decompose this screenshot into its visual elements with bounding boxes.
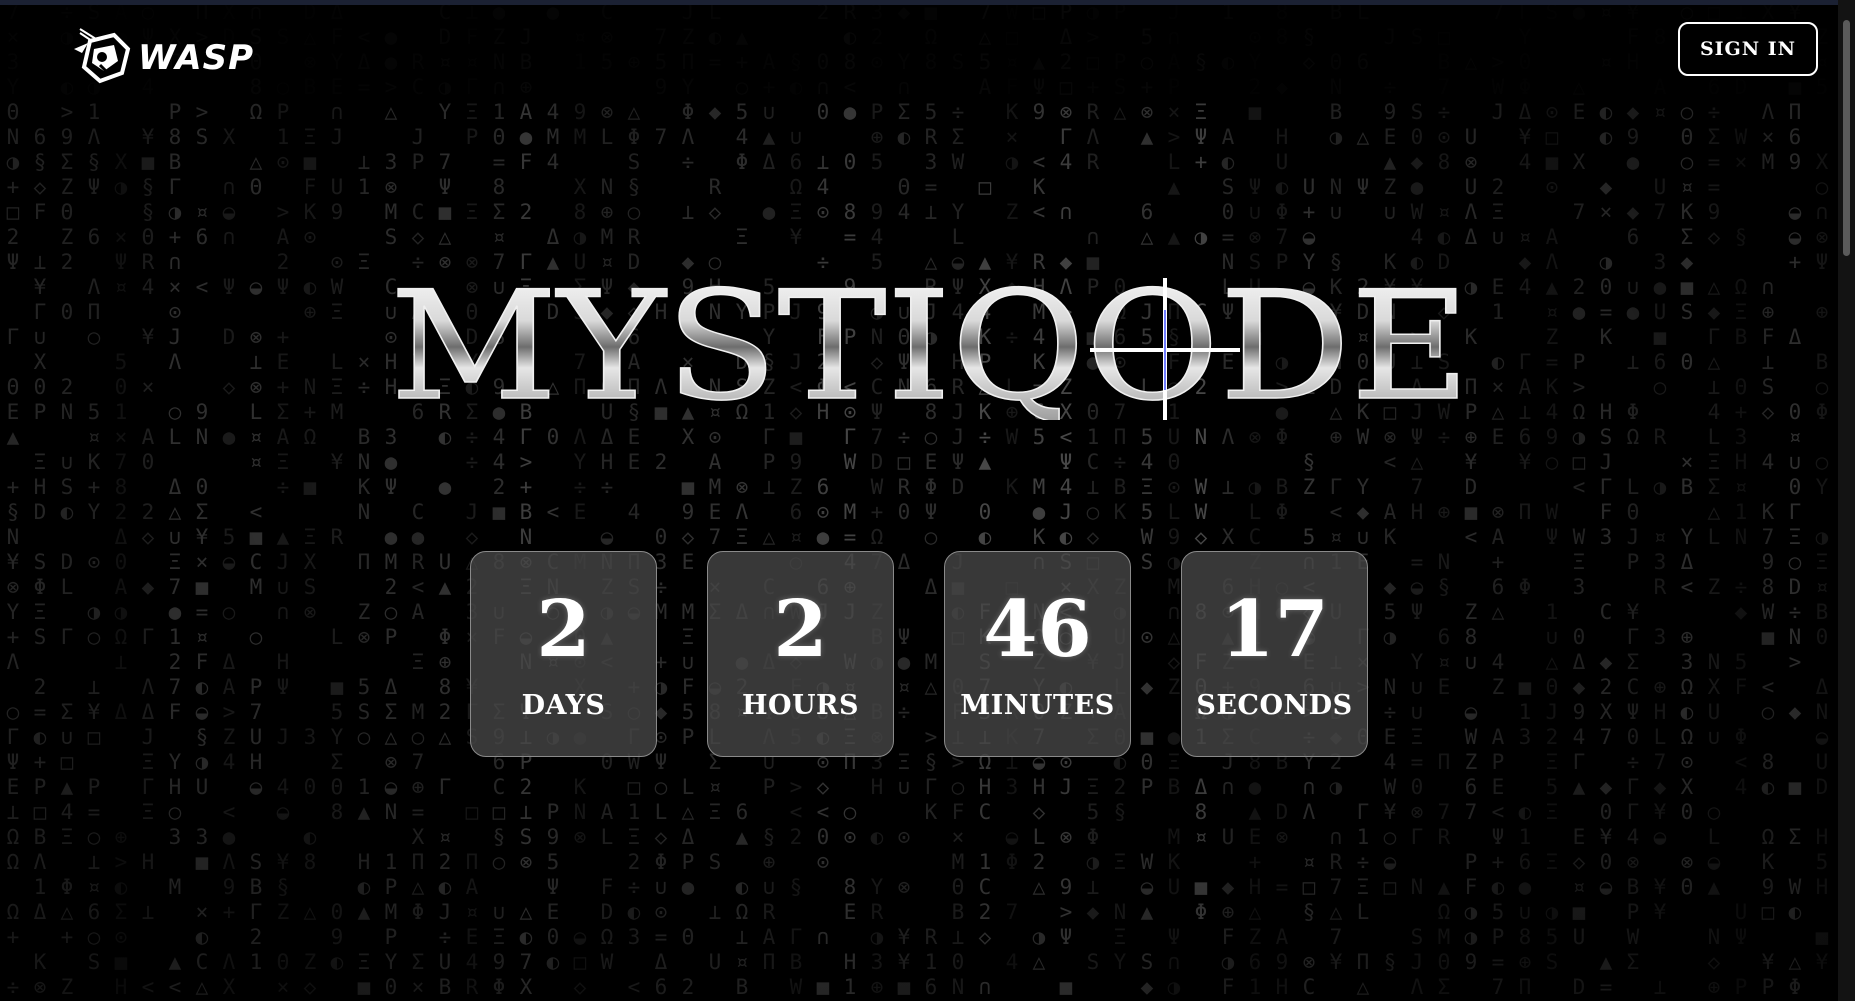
glyph-column: ⊕ △ Φ S § ○ R D ◆ ◇ 6 A Π § E E 4 Π S ◒ … <box>627 50 641 999</box>
glyph-column: L ◐ = ◆ R ◇ ○ H N N ¤ ⊙ A M E 7 × Σ ◒ 8 … <box>708 0 722 974</box>
glyph-column: C D ¤ ◑ Y 7 Ψ ■ △ ⊗ Ξ R ◐ ● U ▲ Φ ⊕ 8 2 … <box>438 0 452 999</box>
countdown-days: 2 DAYS <box>470 551 657 757</box>
window-top-strip <box>0 0 1855 5</box>
glyph-column: J ÷ 9 E ▲ Z ∪ K ¥ N U □ ⊗ < A K ◆ 5 ◑ N … <box>1383 25 1397 974</box>
glyph-column: J ∩ A P × > L ▲ ▲ Π § F ○ 1 U Θ ⊙ L 9 ◑ … <box>1167 0 1181 999</box>
glyph-column: § Ξ Ψ + ◑ C 6 2 N W W ◇ 8 F Θ Ω 1 Δ 8 ¤ … <box>1194 50 1208 924</box>
wasp-logo[interactable]: WASP <box>70 27 254 89</box>
glyph-column: R ◐ 8 < ● 0 8 = 9 P < ⊙ Γ W M = 4 ⊕ J W … <box>843 0 857 999</box>
days-value: 2 <box>536 584 591 675</box>
glyph-column: X 0 0 Λ × M ∩ ⊕ F ⊥ S ◇ 4 K 7 9 8 W ■ < … <box>1761 0 1775 999</box>
glyph-column: D △ ⊗ B Ξ ■ F K ⊙ ◐ ⊕ N + Ω ■ Ξ X S ⊗ 3 … <box>303 0 317 999</box>
glyph-column: ◑ > □ + R Λ R ∩ ■ P ■ ● Θ 1 C ⊥ ○ ◇ □ X … <box>1086 0 1100 974</box>
glyph-column: S ⊙ □ ■ ⊙ A Λ ▲ ¤ Z = K 4 9 ○ W Ψ 1 ∪ △ … <box>1545 0 1559 974</box>
glyph-column: B Θ N B ◑ N ∪ § K ¥ ⊗ N D △ ⊕ Γ < ¤ 1 U … <box>1329 0 1343 974</box>
glyph-rain-background: 7 × 3 Y Θ N ◑ + □ 2 Ψ Γ Θ E ▲ + § N ¥ ⊗ … <box>0 0 1838 1001</box>
glyph-column: ¤ 1 9 M X 8 ◑ U Σ J 7 Π Λ Y ÷ E M 0 ⊙ X … <box>573 25 587 999</box>
hours-value: 2 <box>773 584 828 675</box>
glyph-column: △ U ⊗ U Λ Δ ◑ K Π P ⊕ ¥ D ■ < Z 8 ∪ ◒ W … <box>1464 50 1478 974</box>
glyph-column: Γ Y 0 Φ Δ ¥ 4 ¤ ◆ 4 Γ A ⊥ 6 ¥ Π Φ ■ 1 3 … <box>1518 0 1532 999</box>
wasp-icon <box>70 27 134 89</box>
glyph-column: J B ⊕ A ● F 2 Γ Ξ R ■ 2 B Γ > + B N ⊗ Ξ … <box>519 25 533 999</box>
glyph-column: ● ● > △ 3 ⊗ M S C ∪ ⊙ H H 3 ● Ψ ● M 2 ○ … <box>384 25 398 999</box>
seconds-value: 17 <box>1220 584 1329 675</box>
glyph-column: 7 5 9 7 H Λ ■ 2 0 3 ÷ M + ◑ ◆ ⊙ Ψ ○ L ◇ … <box>654 25 668 999</box>
glyph-column: S ○ P 1 ⊙ > A 2 Ψ + E + Σ A Ξ ÷ ▲ J ∪ ∩ … <box>276 25 290 999</box>
glyph-column: P Δ 2 □ ⊗ Γ 4 ∩ ◆ Λ > 5 B Z X < Ψ 4 J ◐ … <box>1059 0 1073 999</box>
glyph-column: 3 2 ⊙ P ⊕ 5 9 4 5 ◑ N ◇ C Ψ 7 D W + Ω 7 … <box>870 0 884 999</box>
page-scrollbar[interactable] <box>1838 0 1855 1001</box>
glyph-column: P P S △ 0 Ω 6 ⊙ 7 Π ÷ B K Z ◑ U J L A Θ … <box>1113 0 1127 974</box>
glyph-column: ¥ F H ◆ 9 ● ◆ 6 ∪ ● ⊥ Φ Ω L Θ J P ¥ Γ Σ … <box>1626 0 1640 974</box>
glyph-column: □ B 7 ÷ ⊙ 8 ¤ ◐ D ◇ S W ÷ ⊕ N § 6 ¤ E Π … <box>1437 25 1451 999</box>
countdown-minutes: 46 MINUTES <box>944 551 1131 757</box>
glyph-column: 7 × 3 Y Θ N ◑ + □ 2 Ψ Γ Θ E ▲ + § N ¥ ⊗ … <box>6 0 20 999</box>
sign-in-button[interactable]: SIGN IN <box>1678 22 1818 76</box>
countdown-timer: 2 DAYS 2 HOURS 46 MINUTES 17 SECONDS <box>470 551 1368 757</box>
glyph-column: ○ Ψ 2 4 ¥ ■ § § Θ R 4 ¥ × A 0 2 ◇ ◆ Γ Λ … <box>141 0 155 999</box>
glyph-column: ● △ E X 7 2 ● P > Ω ◑ □ < W Ξ 3 0 Δ ◆ 9 … <box>1572 0 1586 999</box>
glyph-column: § ◇ U + ◒ Y ◒ ⊥ § Z 5 ∩ < ◇ ◒ E 6 > ÷ Y … <box>1302 25 1316 999</box>
countdown-seconds: 17 SECONDS <box>1181 551 1368 757</box>
glyph-column: 7 △ 5 A □ ▲ X 4 K P △ K ÷ ▲ 0 ◐ F K S 7 … <box>978 0 992 999</box>
top-navbar: WASP SIGN IN <box>0 5 1838 97</box>
glyph-column: R C J P C ◇ ÷ A 7 6 C ● R < A Ξ M ○ 7 ⊕ … <box>411 50 425 999</box>
glyph-column: W □ ¤ F K × ◑ Z ¥ ◆ ÷ L ⊕ W K □ ∩ R K ⊥ … <box>1005 0 1019 974</box>
glyph-column: S S 0 ◆ ● W 4 ◐ ¥ > ⊥ Δ J Ψ △ 7 H = ◒ Ψ … <box>1410 25 1424 999</box>
glyph-column: 6 § ◇ F ⊥ ¥ Γ ∪ X 0 P Ξ H D S Φ Ξ S 2 = … <box>33 125 47 999</box>
glyph-column: 1 ◐ A ◐ S 0 = N L Ψ E Λ ⊥ X 6 ⊙ ▲ Z + ◑ … <box>1221 0 1235 999</box>
scrollbar-thumb[interactable] <box>1843 20 1850 256</box>
title-text: MYSTIQODE <box>390 270 1470 420</box>
glyph-column: ● 4 M 4 Δ ▲ D △ 0 < C N ○ ¤ ◑ P 9 5 Ψ E … <box>546 0 560 974</box>
glyph-column: Δ F Y E ∩ J U 9 ⊙ W Ξ L Ξ M ¥ R L ■ 5 Y … <box>330 0 344 974</box>
glyph-column: S ÷ Σ W Y L ◒ Ψ 4 H R J J Ψ D J ■ ◐ □ 0 … <box>951 50 965 999</box>
glyph-column: □ ▲ Ψ 9 < K < R H M 4 K = 6 5 M ● K ∩ N … <box>1032 0 1046 974</box>
glyph-column: ∩ S Θ 8 Ω △ Θ ◒ ⊗ ⊥ ⊗ L ¤ ¤ < ■ C M ○ P … <box>249 0 263 974</box>
glyph-column: A + ∪ ▲ Δ ● 5 P Y § Z 1 Γ P ⊥ △ C ∩ Δ Ψ … <box>762 50 776 974</box>
hero-title: MYSTIQODE <box>380 259 1480 435</box>
glyph-column: ÷ ◑ ◐ > 9 Σ Z Θ Z 2 0 2 N ∪ S ◐ D L Γ Σ … <box>60 0 74 999</box>
glyph-column: ● Z N ∩ 1 Θ = 8 Σ ¤ 7 ∪ 8 9 ● 4 4 2 ■ 8 … <box>492 0 506 999</box>
glyph-column: C ⊗ 5 ⊗ L N ⊕ M ¤ Ψ ◆ ∪ C U Δ H ÷ ◒ N Z … <box>600 0 614 974</box>
glyph-column: 8 A ¤ U 7 3 ● U ■ 6 ○ R ◑ ¤ 3 R 3 ⊕ H L … <box>1653 25 1667 999</box>
glyph-column: 7 > W J 2 Ξ ∪ E 1 ◐ × △ E ⊗ A + 6 △ 4 Z … <box>1491 0 1505 999</box>
glyph-column: X Π P 8 B Γ ◑ + ∩ × ⊙ J Λ ○ L Δ △ ∪ Ξ 7 … <box>168 25 182 999</box>
glyph-column: ¥ Σ ■ Π 6 9 ◒ ◒ + Δ 0 ¤ ∪ 0 Γ Ξ ○ D ÷ N … <box>1788 0 1802 999</box>
glyph-column: X D L X ∩ ◒ ∩ Ψ D ◇ ● 5 ◒ ○ Δ A > Z 4 < … <box>222 0 236 999</box>
glyph-column: Π > > S ¤ 6 < 9 N 0 Σ ¥ × ■ = ¤ F ◐ ◒ § … <box>195 0 209 999</box>
glyph-column: ■ Ω 8 5 R 3 = ⊥ △ R J ◑ 6 8 ○ E Φ Ψ ○ Δ … <box>924 0 938 999</box>
glyph-column: □ + 6 ÷ Σ = = 9 ◇ △ ◆ Γ △ ⊥ 4 L Ξ Σ △ L … <box>1707 0 1721 999</box>
glyph-column: § ◐ ∪ 6 Ω Ξ ¥ J J < ◇ ■ 9 Z 6 ¤ ○ W ◇ F … <box>789 50 803 999</box>
glyph-column: S ¤ Z ◑ 1 Λ § Ψ 6 Λ Π ○ 5 ¤ K + Y ⊙ ◑ ○ … <box>87 0 101 974</box>
glyph-column: 5 ○ + ⊗ ▲ 6 △ J 5 L 5 4 Ξ 5 W S ⊙ ◆ ■ Θ … <box>1140 25 1154 999</box>
glyph-column: L 6 △ Ψ 2 D ¤ 0 C K W Y ◆ ∪ E Γ × > Θ Γ … <box>1356 0 1370 999</box>
glyph-column: A ◑ Σ X ◑ × Ψ ¤ 5 0 1 × 7 8 2 Δ 0 A ◑ Ω … <box>114 0 128 999</box>
minutes-label: MINUTES <box>960 690 1115 721</box>
seconds-label: SECONDS <box>1196 690 1353 721</box>
hours-label: HOURS <box>741 690 859 721</box>
glyph-column: 8 8 ◆ H U ◐ Φ 7 P ◑ > ● Φ B Φ ○ ◐ 0 B D … <box>1275 0 1289 999</box>
glyph-column: ⊥ F ¤ Γ Ξ P Ξ ⊗ ⊗ Θ D Y ◐ Σ ÷ ÷ J ◇ △ 2 … <box>465 0 479 999</box>
countdown-hours: 2 HOURS <box>707 551 894 757</box>
days-label: DAYS <box>521 690 606 721</box>
glyph-column: ○ ○ Θ ○ ¤ K Σ ◆ ■ S Θ × B Y Δ < ⊕ 3 Ω ◐ … <box>1680 0 1694 899</box>
glyph-column: ⊥ D W × § Ω Ξ B Θ + 3 H ¤ 1 N ÷ ◆ 5 F Φ … <box>1734 0 1748 999</box>
minutes-value: 46 <box>983 584 1092 675</box>
glyph-column: ⊙ Y 2 ■ Ψ ∪ ⊗ S U Ω ■ Δ H ⊗ ◑ L C Z H N … <box>1248 25 1262 999</box>
logo-text: WASP <box>138 38 255 78</box>
glyph-column: J Z Π Y Φ Λ ÷ ⊥ ◆ 9 ◐ × Θ ▲ X ■ 9 ◇ E M … <box>681 0 695 999</box>
glyph-column: ◆ Y ∩ Σ ◐ Θ 4 ∪ Θ Ψ N ÷ □ R 0 Δ Ψ ● ¤ ÷ … <box>897 0 911 999</box>
glyph-column: ¤ ¤ ◐ ◐ ◆ × ◑ 0 = K H S J Γ F 3 C ◆ 2 X … <box>1599 0 1613 999</box>
glyph-column: 2 0 ∩ 0 ⊥ 4 ⊙ ÷ 9 F 2 Φ H 6 ⊙ ● 6 J ◑ 8 … <box>816 0 830 999</box>
glyph-column: Z ¤ 5 X ○ ∩ ⊗ Ψ ⊕ B ○ Φ ○ Y ◑ Ξ ¤ B 0 Δ … <box>1815 25 1829 974</box>
glyph-column: < Δ = ⊥ 1 Ξ × ÷ B N K N Π Z ⊗ 5 S ○ 1 ▲ … <box>357 25 371 999</box>
glyph-column: ▲ + ○ 5 4 Φ Ξ Y D S Ω ⊗ Λ Ξ Δ ● 2 ¤ 6 ▲ … <box>735 25 749 999</box>
